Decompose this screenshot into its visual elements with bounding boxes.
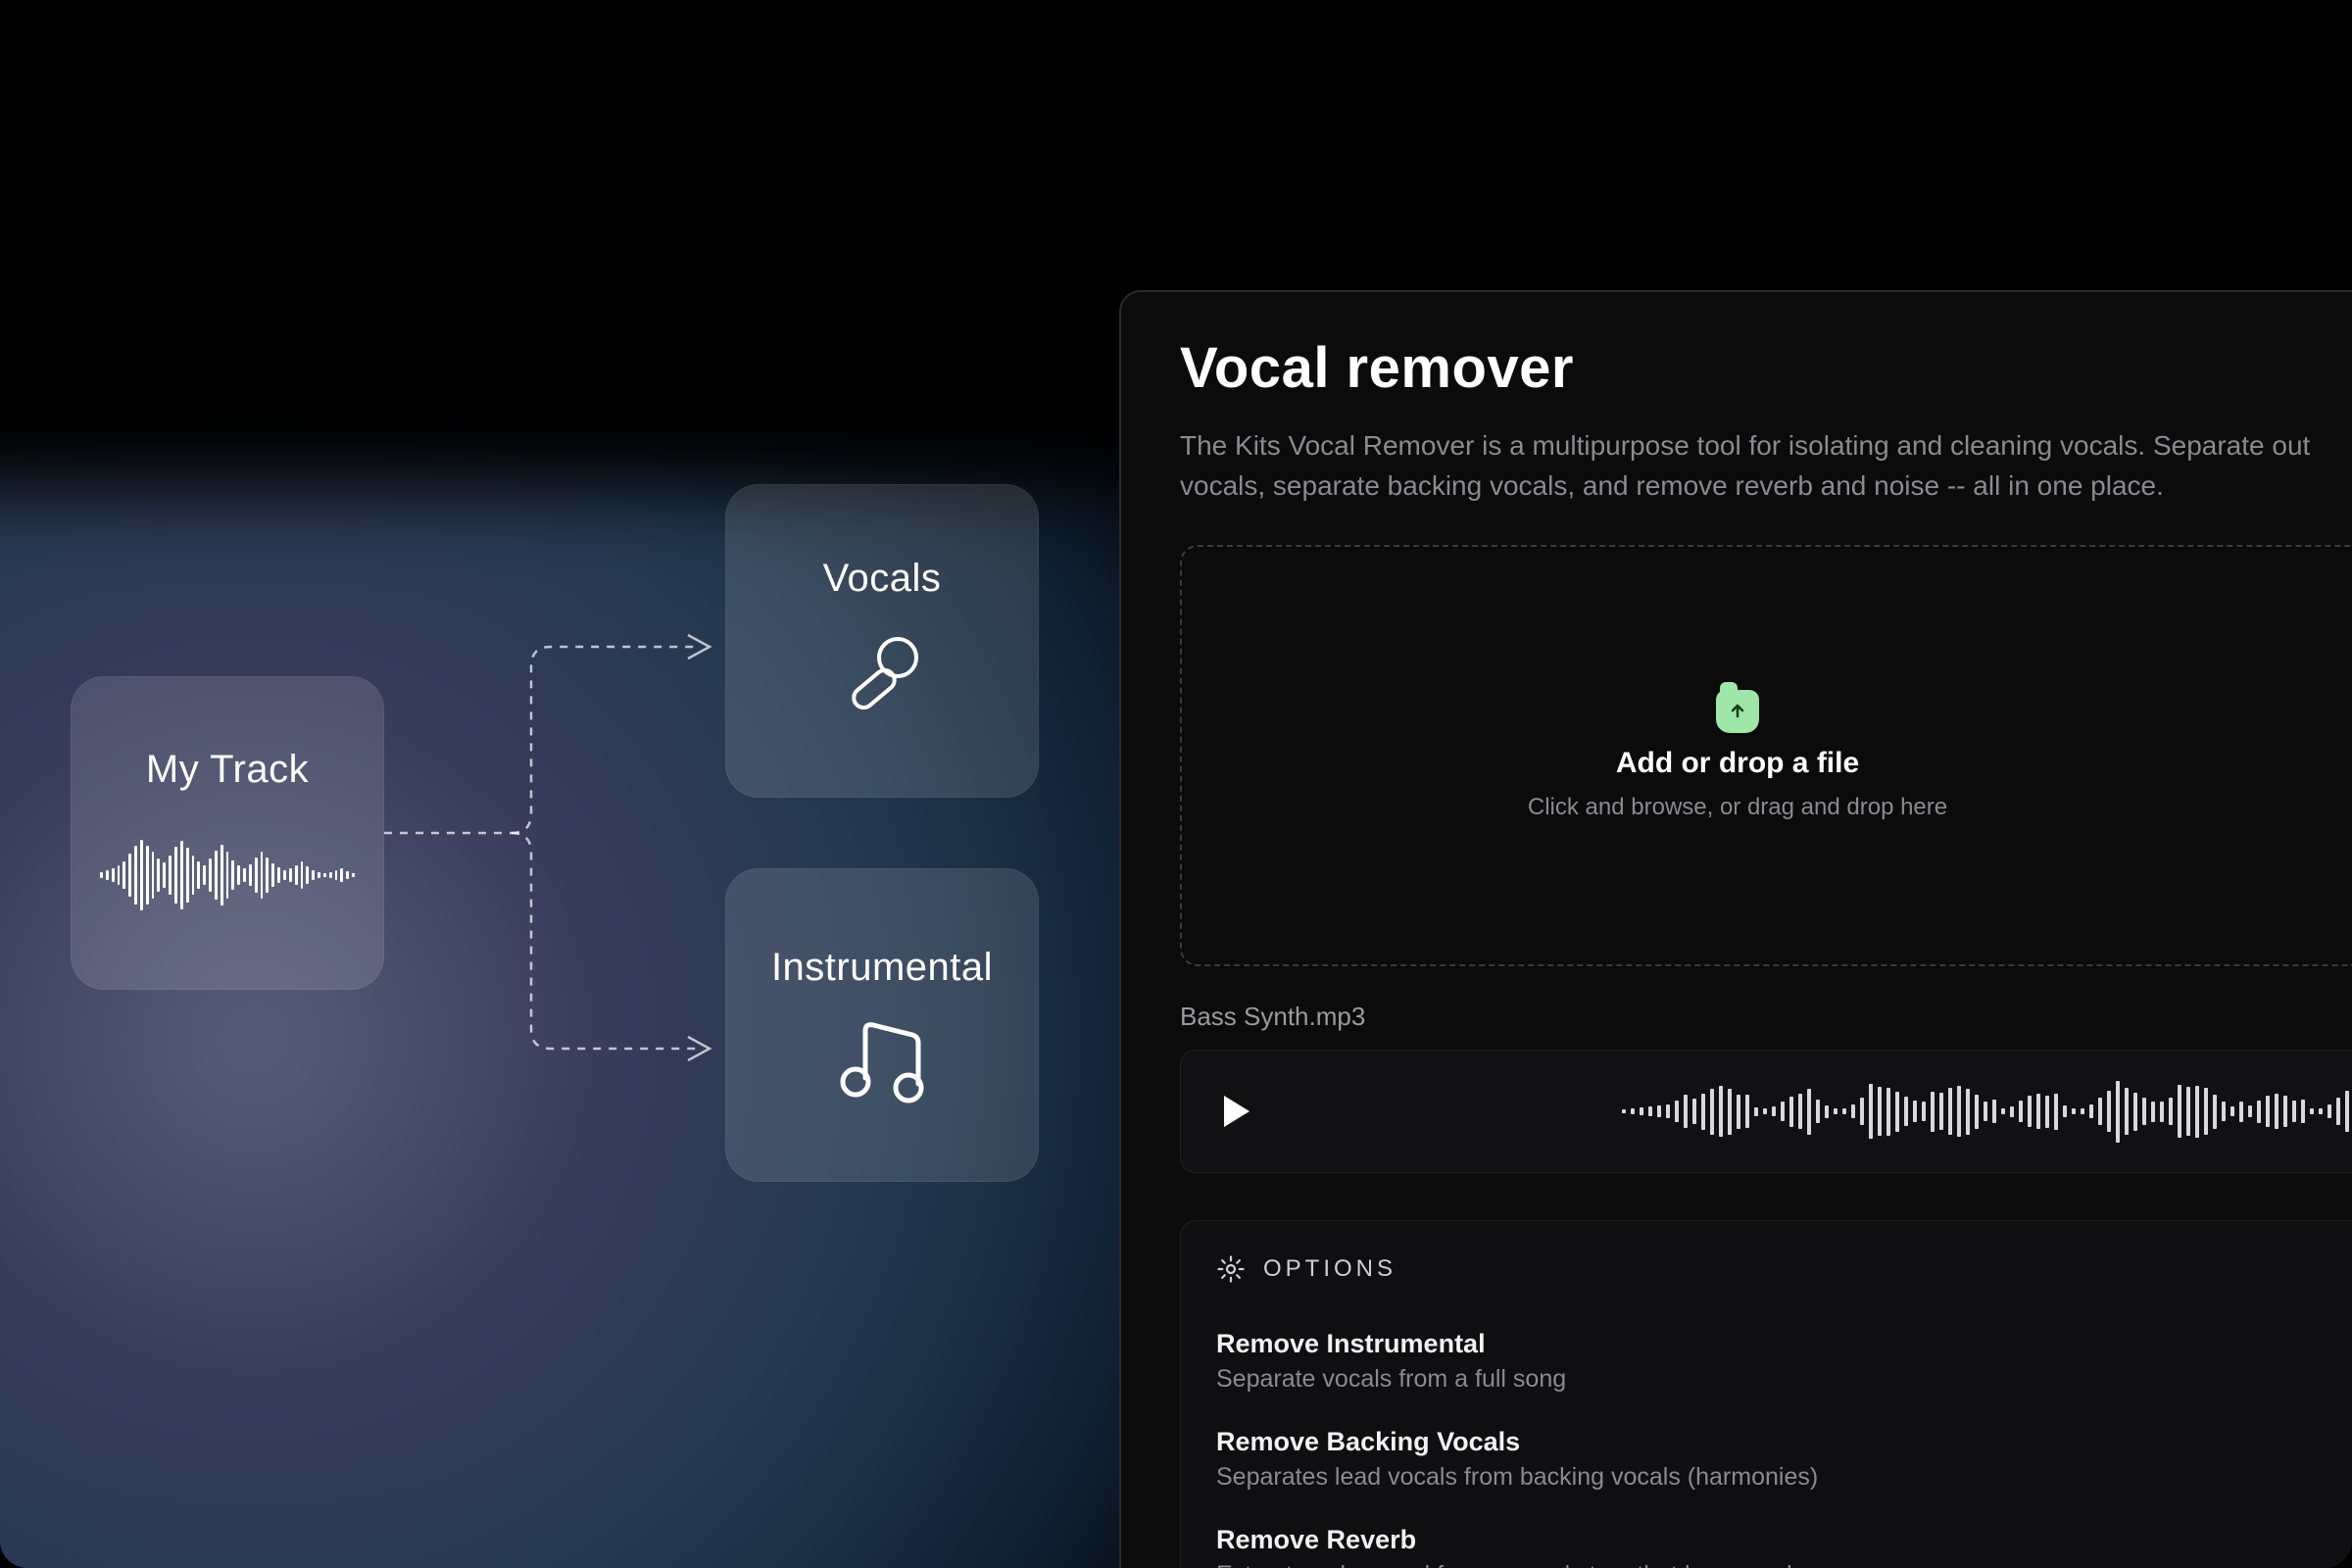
options-header-label: OPTIONS (1263, 1255, 1396, 1283)
option-title: Remove Backing Vocals (1216, 1427, 2352, 1457)
dropzone-title: Add or drop a file (1616, 747, 1859, 780)
vocals-label: Vocals (823, 557, 942, 601)
split-arrows-icon (384, 510, 727, 1058)
audio-player (1180, 1050, 2352, 1173)
instrumental-label: Instrumental (771, 946, 993, 990)
page-description: The Kits Vocal Remover is a multipurpose… (1180, 426, 2352, 506)
upload-folder-icon (1716, 690, 1759, 733)
page-title: Vocal remover (1180, 335, 2352, 401)
music-note-icon (828, 1007, 936, 1105)
play-button[interactable] (1224, 1096, 1250, 1127)
option-remove-reverb[interactable]: Remove Reverb Extracts a dry vocal from … (1216, 1525, 2352, 1568)
player-waveform-icon[interactable] (1622, 1072, 2352, 1151)
microphone-icon (833, 628, 931, 726)
option-remove-instrumental[interactable]: Remove Instrumental Separate vocals from… (1216, 1329, 2352, 1394)
option-subtitle: Extracts a dry vocal from a vocal stem t… (1216, 1561, 2352, 1568)
source-track-card: My Track (71, 676, 384, 990)
gear-icon (1216, 1254, 1246, 1284)
option-subtitle: Separates lead vocals from backing vocal… (1216, 1463, 2352, 1492)
vocals-card: Vocals (725, 484, 1039, 798)
option-subtitle: Separate vocals from a full song (1216, 1365, 2352, 1394)
source-track-label: My Track (146, 748, 309, 792)
instrumental-card: Instrumental (725, 868, 1039, 1182)
vocal-remover-panel: Vocal remover The Kits Vocal Remover is … (1119, 290, 2352, 1568)
dropzone-subtitle: Click and browse, or drag and drop here (1528, 794, 1947, 821)
file-dropzone[interactable]: Add or drop a file Click and browse, or … (1180, 545, 2352, 966)
options-section: OPTIONS Remove Instrumental Separate voc… (1180, 1220, 2352, 1568)
option-title: Remove Reverb (1216, 1525, 2352, 1555)
current-filename: Bass Synth.mp3 (1180, 1002, 2352, 1032)
source-waveform-icon (100, 831, 355, 919)
option-title: Remove Instrumental (1216, 1329, 2352, 1359)
option-remove-backing-vocals[interactable]: Remove Backing Vocals Separates lead voc… (1216, 1427, 2352, 1492)
